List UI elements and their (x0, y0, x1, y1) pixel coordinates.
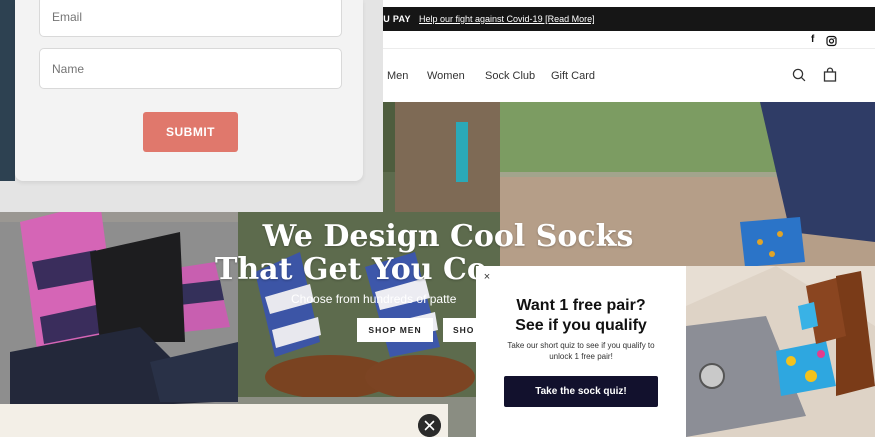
quiz-heading-line-2: See if you qualify (515, 317, 647, 334)
take-sock-quiz-button[interactable]: Take the sock quiz! (504, 376, 658, 407)
quiz-photo (686, 266, 875, 437)
screen: OU PAY Help our fight against Covid-19 [… (0, 0, 875, 437)
email-field[interactable] (39, 0, 342, 37)
shopping-bag-icon[interactable] (821, 66, 839, 84)
sock-quiz-popup: × Want 1 free pair? See if you qualify T… (476, 266, 875, 437)
close-icon[interactable]: × (481, 271, 493, 283)
nav-item-gift-card[interactable]: Gift Card (551, 68, 595, 84)
nav-item-women[interactable]: Women (427, 68, 465, 84)
quiz-description: Take our short quiz to see if you qualif… (507, 341, 655, 361)
bottom-banner (0, 404, 448, 437)
search-icon[interactable] (790, 66, 808, 84)
hero-subtitle: Choose from hundreds of patte (291, 292, 457, 306)
shop-men-button[interactable]: SHOP MEN (357, 318, 433, 342)
instagram-icon[interactable] (826, 34, 837, 48)
nav-item-sock-club[interactable]: Sock Club (485, 68, 535, 84)
header-divider (380, 48, 875, 49)
close-icon[interactable] (418, 414, 441, 437)
quiz-heading-line-1: Want 1 free pair? (516, 297, 646, 314)
hero-title-line-1: We Design Cool Socks (262, 219, 634, 254)
hero-title-line-2: That Get You Co (215, 252, 487, 287)
facebook-icon[interactable]: f (811, 33, 814, 47)
covid-read-more-link[interactable]: Help our fight against Covid-19 [Read Mo… (419, 7, 595, 31)
signup-modal-photo (0, 0, 15, 181)
name-field[interactable] (39, 48, 342, 89)
nav-item-men[interactable]: Men (387, 68, 408, 84)
quiz-content: × Want 1 free pair? See if you qualify T… (476, 266, 686, 437)
submit-button[interactable]: SUBMIT (143, 112, 238, 152)
